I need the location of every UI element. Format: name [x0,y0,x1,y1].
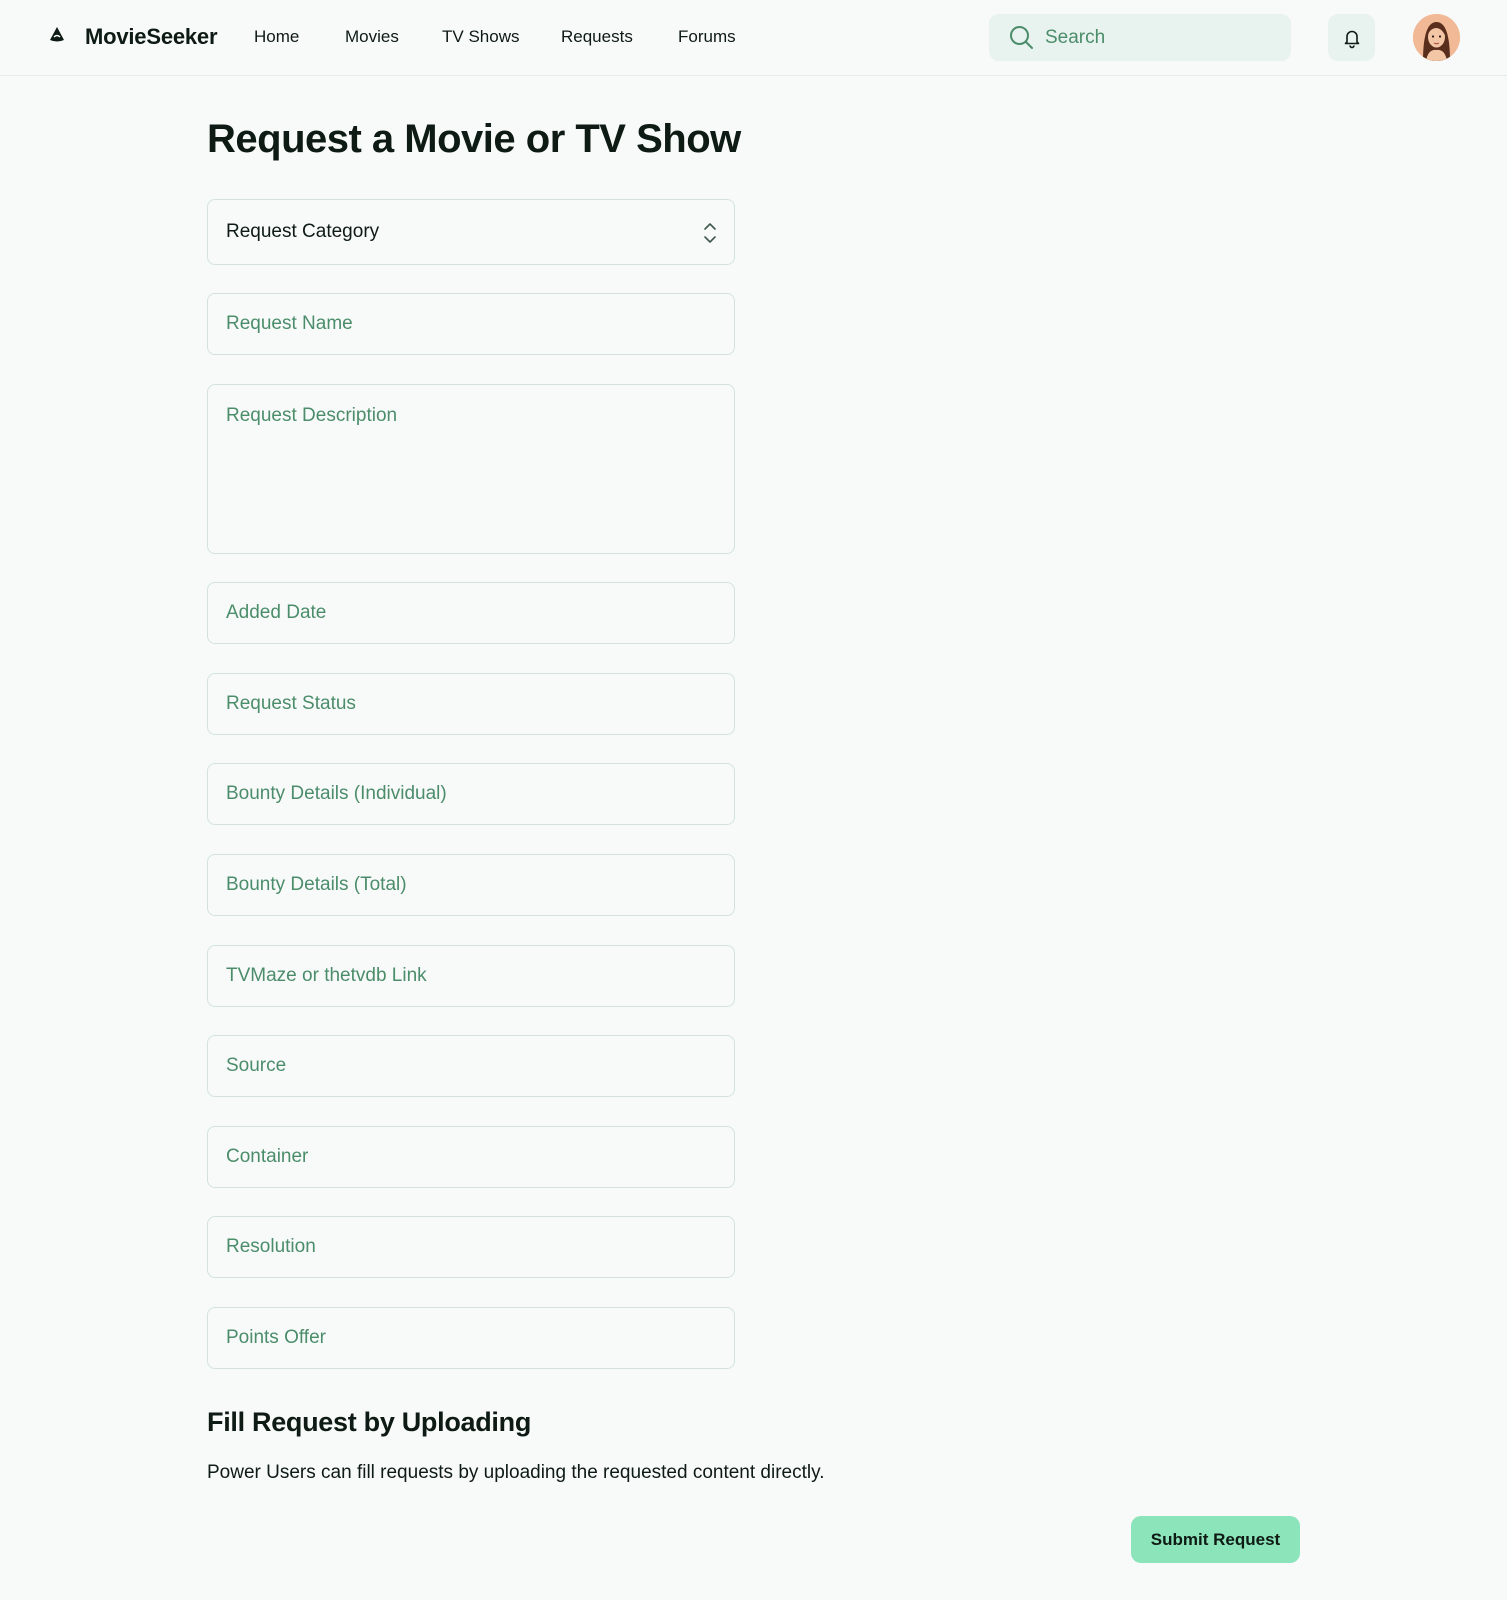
submit-request-button[interactable]: Submit Request [1131,1516,1300,1563]
search-bar[interactable] [989,14,1291,61]
nav-home-link[interactable]: Home [254,27,299,47]
nav-movies-link[interactable]: Movies [345,27,399,47]
request-name-field[interactable] [207,293,735,355]
request-category-value: Request Category [226,221,380,242]
brand-name[interactable]: MovieSeeker [85,24,218,50]
bounty-individual-input[interactable] [208,764,734,824]
added-date-input[interactable] [208,583,734,643]
notifications-button[interactable] [1328,14,1375,61]
page-title: Request a Movie or TV Show [207,117,741,161]
bounty-total-input[interactable] [208,855,734,915]
container-input[interactable] [208,1127,734,1187]
logo-shape [50,27,64,42]
request-name-input[interactable] [208,294,734,354]
nav-forums-link[interactable]: Forums [678,27,736,47]
nav-tv-shows-link[interactable]: TV Shows [442,27,519,47]
resolution-field[interactable] [207,1216,735,1278]
movieseeker-logo-icon[interactable] [48,26,66,44]
points-offer-input[interactable] [208,1308,734,1368]
added-date-field[interactable] [207,582,735,644]
resolution-input[interactable] [208,1217,734,1277]
source-field[interactable] [207,1035,735,1097]
bell-icon [1344,30,1359,48]
points-offer-field[interactable] [207,1307,735,1369]
avatar-image [1413,14,1460,61]
request-category-select[interactable]: Request Category [207,199,735,265]
request-description-textarea[interactable] [208,385,734,553]
search-input[interactable] [1045,14,1275,61]
request-description-field[interactable] [207,384,735,554]
upload-section-title: Fill Request by Uploading [207,1407,532,1437]
top-navigation-bar: MovieSeeker Home Movies TV Shows Request… [0,0,1507,76]
request-status-input[interactable] [208,674,734,734]
request-status-field[interactable] [207,673,735,735]
bounty-individual-field[interactable] [207,763,735,825]
user-avatar[interactable] [1413,14,1460,61]
nav-requests-link[interactable]: Requests [561,27,633,47]
bounty-total-field[interactable] [207,854,735,916]
tvmaze-link-input[interactable] [208,946,734,1006]
container-field[interactable] [207,1126,735,1188]
chevron-up-down-icon [704,223,716,243]
tvmaze-link-field[interactable] [207,945,735,1007]
upload-section-description: Power Users can fill requests by uploadi… [207,1462,825,1483]
search-icon [1010,26,1033,49]
source-input[interactable] [208,1036,734,1096]
